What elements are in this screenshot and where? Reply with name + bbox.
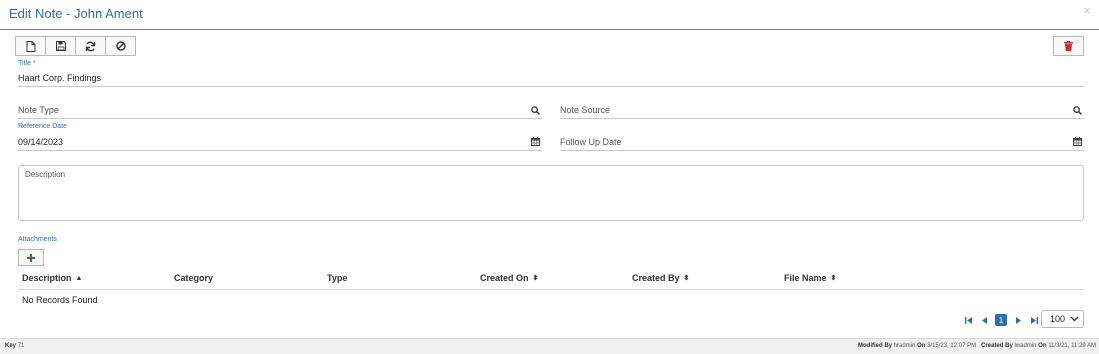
toolbar [15, 36, 136, 56]
title-field[interactable]: Title * Haart Corp. Findings [18, 60, 1084, 88]
save-button[interactable] [45, 36, 76, 56]
note-source-input[interactable]: Note Source [560, 105, 610, 115]
new-button[interactable] [15, 36, 46, 56]
field-underline [18, 86, 1084, 87]
refresh-button[interactable] [75, 36, 106, 56]
reference-date-field[interactable]: Reference Date 09/14/2023 [18, 123, 542, 151]
delete-button[interactable] [1053, 36, 1084, 56]
calendar-icon[interactable] [1073, 137, 1082, 146]
column-created-by[interactable]: Created By ⬍ [632, 273, 689, 283]
column-label: Created By [632, 273, 680, 283]
column-file-name[interactable]: File Name ⬍ [784, 273, 836, 283]
first-page-icon[interactable] [960, 313, 976, 327]
field-underline [18, 150, 542, 151]
sort-icon: ⬍ [532, 275, 539, 282]
sort-asc-icon: ▲ [75, 274, 83, 282]
file-icon [26, 40, 35, 52]
field-underline [560, 118, 1084, 119]
field-underline [560, 150, 1084, 151]
sort-icon: ⬍ [683, 275, 690, 282]
column-type[interactable]: Type [327, 273, 347, 283]
chevron-down-icon [1070, 316, 1079, 322]
description-textarea[interactable]: Description [18, 165, 1084, 221]
search-icon[interactable] [1073, 106, 1082, 115]
modified-by-label: Modified By [858, 343, 893, 349]
cancel-button[interactable] [105, 36, 136, 56]
audit-info: Modified By hradmin On 3/15/23, 12:07 PM… [858, 343, 1096, 349]
column-created-on[interactable]: Created On ⬍ [480, 273, 538, 283]
column-category[interactable]: Category [174, 273, 213, 283]
status-bar: Key 71 Modified By hradmin On 3/15/23, 1… [0, 338, 1099, 354]
refresh-icon [85, 41, 96, 51]
column-label: Description [22, 273, 72, 283]
modified-by-value: hradmin [893, 343, 916, 349]
page-size-value: 100 [1050, 314, 1066, 324]
description-placeholder: Description [25, 170, 66, 179]
sort-icon: ⬍ [830, 275, 837, 282]
column-label: Type [327, 273, 348, 283]
modified-on-value: 3/15/23, 12:07 PM [927, 343, 977, 349]
record-key: Key 71 [5, 343, 24, 349]
created-on-label: On [1038, 343, 1047, 349]
title-label: Title * [18, 60, 36, 67]
plus-icon [27, 253, 35, 262]
search-icon[interactable] [531, 106, 540, 115]
follow-up-date-field[interactable]: Follow Up Date [560, 123, 1084, 151]
column-label: Category [174, 273, 214, 283]
close-icon[interactable]: × [1083, 3, 1091, 18]
page-size-select[interactable]: 100 [1041, 310, 1084, 328]
add-attachment-button[interactable] [18, 249, 44, 266]
key-value: 71 [17, 343, 25, 349]
column-label: Created On [480, 273, 529, 283]
column-label: File Name [784, 273, 827, 283]
modified-on-label: On [917, 343, 926, 349]
note-source-field[interactable]: Note Source [560, 100, 1084, 120]
last-page-icon[interactable] [1026, 313, 1042, 327]
current-page-button[interactable]: 1 [995, 314, 1007, 326]
note-type-input[interactable]: Note Type [18, 105, 59, 115]
trash-icon [1064, 41, 1073, 51]
dialog-title: Edit Note - John Ament [9, 6, 143, 21]
ban-icon [115, 41, 126, 51]
next-page-icon[interactable] [1010, 313, 1026, 327]
calendar-icon[interactable] [531, 137, 540, 146]
title-input[interactable]: Haart Corp. Findings [18, 73, 101, 83]
created-on-value: 11/3/21, 11:29 AM [1048, 343, 1096, 349]
table-divider [18, 289, 1084, 290]
note-type-field[interactable]: Note Type [18, 100, 542, 120]
floppy-disk-icon [55, 41, 66, 51]
follow-up-date-input[interactable]: Follow Up Date [560, 137, 622, 147]
reference-date-input[interactable]: 09/14/2023 [18, 137, 63, 147]
created-by-label: Created By [981, 343, 1013, 349]
reference-date-label: Reference Date [18, 123, 68, 130]
field-underline [18, 118, 542, 119]
dialog-header: Edit Note - John Ament × [0, 0, 1099, 30]
prev-page-icon[interactable] [976, 313, 992, 327]
key-label: Key [5, 343, 17, 349]
attachments-label: Attachments [18, 236, 57, 243]
created-by-value: lwadmin [1014, 343, 1037, 349]
empty-table-message: No Records Found [22, 295, 98, 305]
column-description[interactable]: Description ▲ [22, 273, 82, 283]
attachments-table-header: Description ▲ Category Type Created On ⬍… [18, 270, 1084, 288]
pagination: 1 [960, 312, 1042, 328]
